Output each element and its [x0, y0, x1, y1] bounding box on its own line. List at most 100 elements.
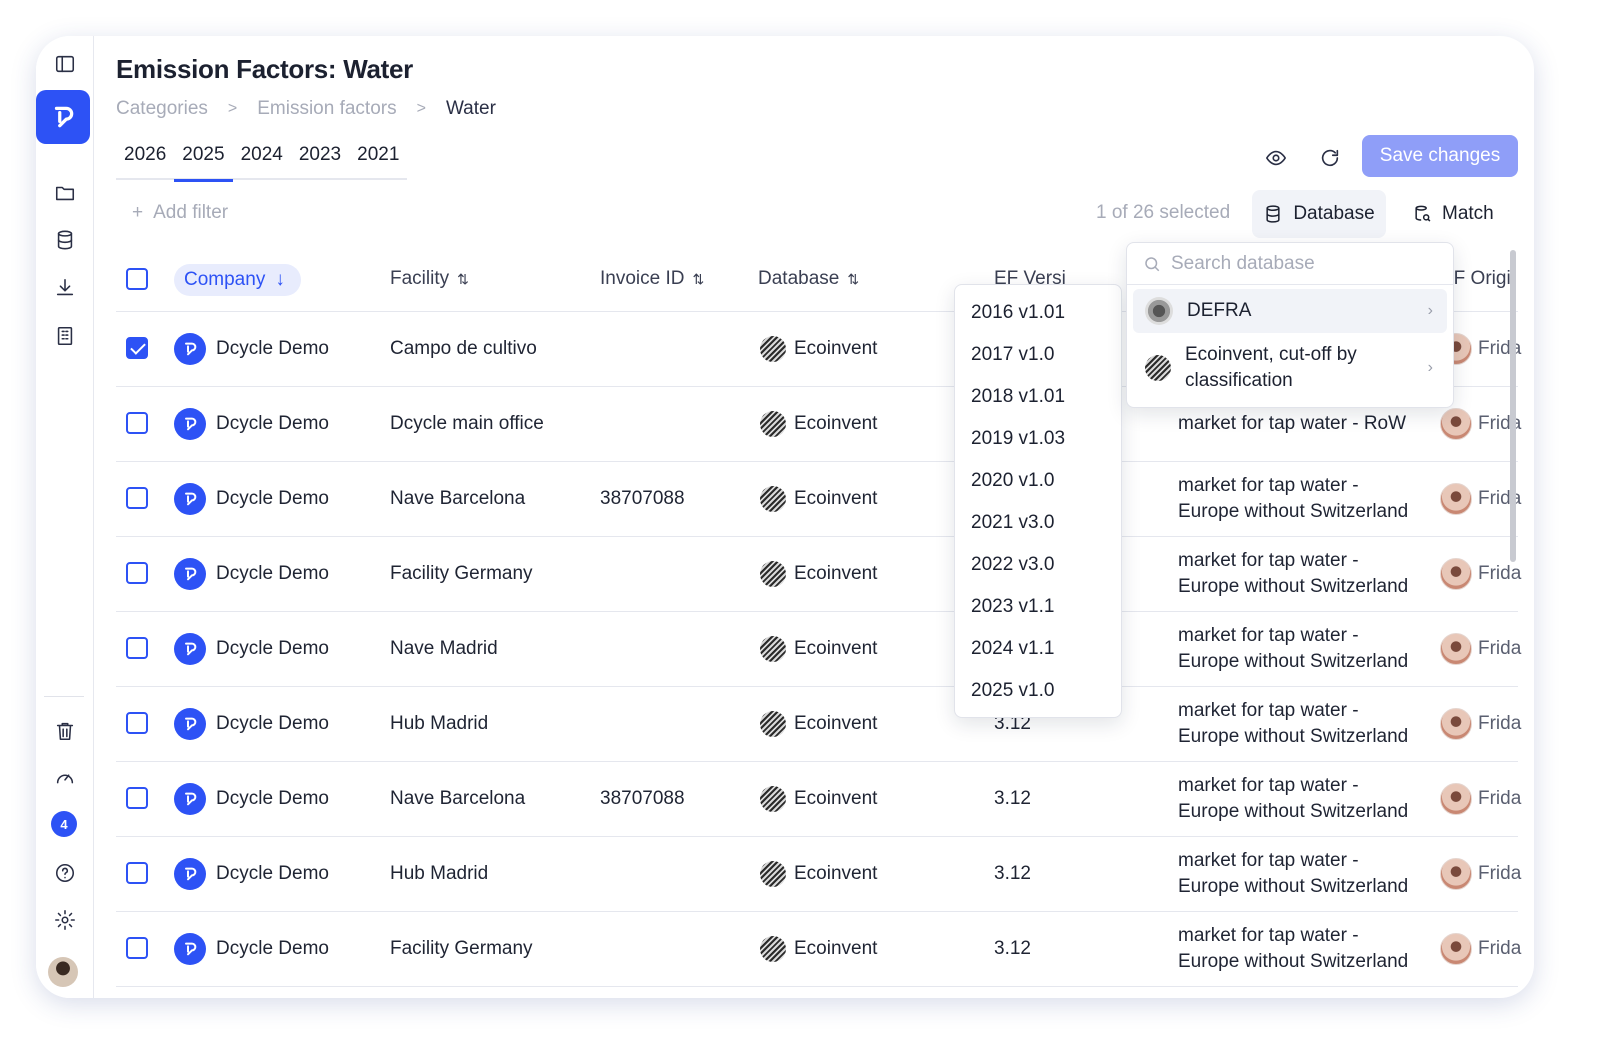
column-company[interactable]: Company ↓ [174, 264, 301, 296]
version-option[interactable]: 2025 v1.0 [955, 673, 1121, 715]
building-icon[interactable] [36, 316, 94, 356]
add-filter-button[interactable]: + Add filter [132, 202, 228, 224]
row-checkbox[interactable] [126, 862, 148, 884]
version-option[interactable]: 2019 v1.03 [955, 421, 1121, 463]
database-cell[interactable]: Ecoinvent [794, 413, 877, 435]
database-button-label: Database [1293, 203, 1375, 224]
database-search-placeholder: Search database [1171, 252, 1315, 274]
match-button[interactable]: Match [1412, 190, 1494, 238]
sidebar-toggle-icon[interactable] [36, 44, 94, 84]
download-icon[interactable] [36, 268, 94, 308]
company-logo-icon [174, 408, 206, 440]
scrollbar[interactable] [1510, 250, 1516, 562]
origin-avatar [1440, 633, 1472, 665]
version-option[interactable]: 2021 v3.0 [955, 505, 1121, 547]
column-invoice-id[interactable]: Invoice ID ⇅ [600, 268, 704, 290]
table-row[interactable]: Dcycle Demo Nave Barcelona 38707088 Ecoinve… [116, 762, 1522, 837]
ef-origin-cell: Frida [1478, 938, 1522, 959]
breadcrumb-separator: > [227, 100, 238, 117]
chevron-right-icon: › [1427, 302, 1433, 319]
tab-2021[interactable]: 2021 [349, 142, 407, 180]
ef-description-cell: market for tap water - Europe without Swi… [1178, 700, 1409, 747]
ef-version-cell[interactable]: 3.12 [994, 863, 1031, 885]
ef-origin-cell: Frida [1478, 638, 1522, 659]
main-content: Emission Factors: Water Categories > Emi… [94, 36, 1534, 998]
origin-avatar [1440, 933, 1472, 965]
save-changes-button[interactable]: Save changes [1362, 135, 1518, 177]
gauge-icon[interactable] [36, 758, 94, 798]
tab-2026[interactable]: 2026 [116, 142, 174, 180]
table-row[interactable]: Dcycle Demo Facility Germany Ecoinvent 3.12… [116, 912, 1522, 987]
table-row[interactable]: Dcycle Demo Hub Madrid Ecoinvent 3.12 market… [116, 837, 1521, 912]
ecoinvent-icon [760, 636, 786, 662]
tab-2025[interactable]: 2025 [174, 142, 233, 182]
company-logo-icon [174, 933, 206, 965]
ef-version-cell[interactable]: 3.12 [994, 788, 1031, 810]
database-cell[interactable]: Ecoinvent [794, 638, 877, 660]
version-option[interactable]: 2017 v1.0 [955, 337, 1121, 379]
app-logo[interactable] [36, 90, 90, 144]
table-row[interactable]: Dcycle Demo Nave Barcelona 38707088 Ecoinve… [116, 462, 1521, 537]
eye-icon[interactable] [1258, 140, 1294, 176]
row-checkbox[interactable] [126, 562, 148, 584]
table-row[interactable]: Dcycle Demo Hub Madrid Ecoinvent 3.12 market… [116, 687, 1521, 762]
column-database[interactable]: Database ⇅ [758, 268, 859, 290]
sort-down-icon: ↓ [275, 269, 285, 290]
database-cell[interactable]: Ecoinvent [794, 788, 877, 810]
user-avatar[interactable] [48, 957, 78, 987]
version-option[interactable]: 2022 v3.0 [955, 547, 1121, 589]
sidebar-divider [44, 696, 84, 697]
invoice-cell: 38707088 [600, 788, 685, 809]
ef-origin-cell: Frida [1478, 788, 1522, 809]
row-checkbox[interactable] [126, 337, 148, 359]
plus-icon: + [132, 202, 144, 223]
table-row[interactable]: Dcycle Demo Facility Germany Ecoinvent mark… [116, 537, 1521, 612]
database-cell[interactable]: Ecoinvent [794, 488, 877, 510]
tab-2023[interactable]: 2023 [291, 142, 349, 180]
database-cell[interactable]: Ecoinvent [794, 863, 877, 885]
trash-icon[interactable] [36, 711, 94, 751]
ef-description-cell: market for tap water - Europe without Swi… [1178, 550, 1409, 597]
facility-cell: Dcycle main office [390, 413, 544, 434]
database-search[interactable]: Search database [1127, 243, 1453, 285]
version-option[interactable]: 2016 v1.01 [955, 295, 1121, 337]
refresh-icon[interactable] [1312, 140, 1348, 176]
company-cell: Dcycle Demo [216, 863, 329, 884]
help-icon[interactable] [36, 853, 94, 893]
database-cell[interactable]: Ecoinvent [794, 713, 877, 735]
origin-avatar [1440, 783, 1472, 815]
database-cell[interactable]: Ecoinvent [794, 338, 877, 360]
page-title: Emission Factors: Water [116, 54, 413, 84]
ef-description-cell: market for tap water - RoW [1178, 413, 1407, 434]
database-option-defra[interactable]: DEFRA › [1133, 289, 1447, 333]
database-cell[interactable]: Ecoinvent [794, 938, 877, 960]
database-option-ecoinvent[interactable]: Ecoinvent, cut-off by classification › [1133, 337, 1447, 399]
row-checkbox[interactable] [126, 937, 148, 959]
table-row[interactable]: Dcycle Demo Nave Madrid Ecoinvent market fo… [116, 612, 1522, 687]
ef-version-cell[interactable]: 3.12 [994, 938, 1031, 960]
notification-badge[interactable]: 4 [51, 811, 77, 837]
database-button[interactable]: Database [1252, 190, 1386, 238]
facility-cell: Hub Madrid [390, 863, 489, 884]
version-option[interactable]: 2020 v1.0 [955, 463, 1121, 505]
tab-2024[interactable]: 2024 [233, 142, 291, 180]
database-icon[interactable] [36, 220, 94, 260]
folder-icon[interactable] [36, 173, 94, 213]
row-checkbox[interactable] [126, 412, 148, 434]
breadcrumb-emission-factors[interactable]: Emission factors [257, 98, 396, 120]
gear-icon[interactable] [36, 900, 94, 940]
select-all-checkbox[interactable] [126, 268, 148, 290]
row-checkbox[interactable] [126, 487, 148, 509]
column-facility-label: Facility [390, 268, 450, 289]
column-facility[interactable]: Facility ⇅ [390, 268, 469, 290]
row-checkbox[interactable] [126, 787, 148, 809]
row-checkbox[interactable] [126, 712, 148, 734]
row-checkbox[interactable] [126, 637, 148, 659]
ecoinvent-icon [760, 861, 786, 887]
version-option[interactable]: 2024 v1.1 [955, 631, 1121, 673]
database-cell[interactable]: Ecoinvent [794, 563, 877, 585]
version-option[interactable]: 2018 v1.01 [955, 379, 1121, 421]
ef-description-cell: market for tap water - Europe without Swi… [1178, 850, 1409, 897]
version-option[interactable]: 2023 v1.1 [955, 589, 1121, 631]
breadcrumb-categories[interactable]: Categories [116, 98, 208, 120]
